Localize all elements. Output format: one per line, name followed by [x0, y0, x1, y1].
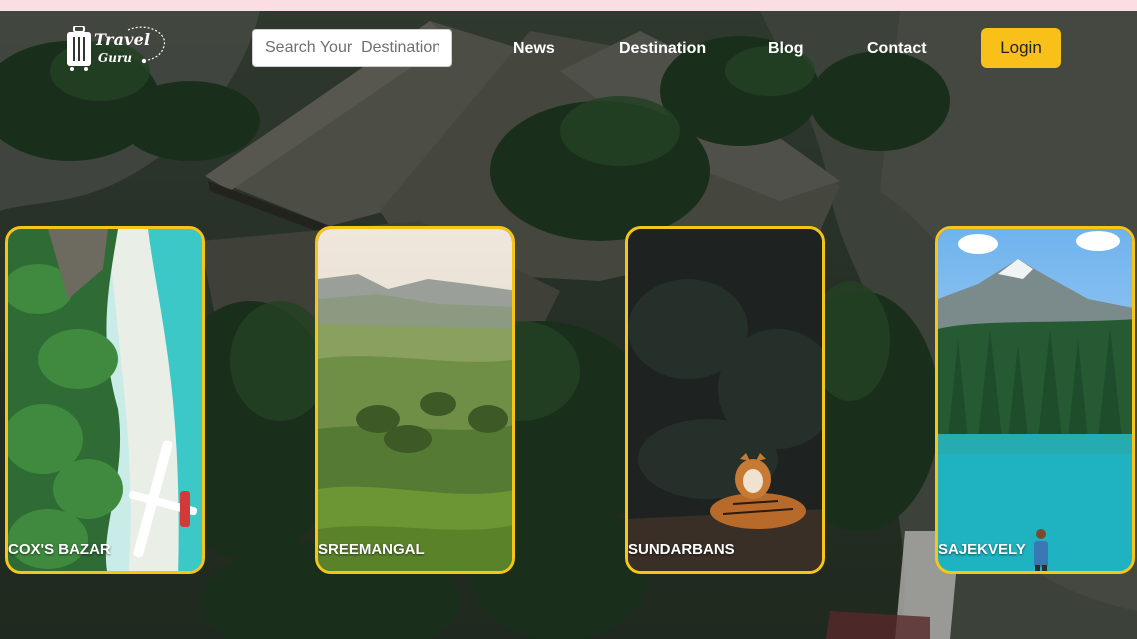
destination-card-sreemangal[interactable]: SREEMANGAL [315, 226, 515, 574]
logo-text-guru: Guru [98, 51, 133, 65]
nav-news[interactable]: News [513, 40, 555, 58]
sreemangal-image [318, 229, 512, 571]
nav-destination[interactable]: Destination [619, 40, 706, 58]
card-label: SAJEKVELY [938, 541, 1026, 558]
nav-blog[interactable]: Blog [768, 40, 804, 58]
nav-contact[interactable]: Contact [867, 40, 927, 58]
card-label: COX'S BAZAR [8, 541, 111, 558]
card-label: SUNDARBANS [628, 541, 735, 558]
destination-card-sajekvely[interactable]: SAJEKVELY [935, 226, 1135, 574]
coxs-bazar-image [8, 229, 202, 571]
sajekvely-image [938, 229, 1132, 571]
card-label: SREEMANGAL [318, 541, 425, 558]
destination-card-sundarbans[interactable]: SUNDARBANS [625, 226, 825, 574]
suitcase-icon [67, 26, 91, 71]
destination-card-coxs-bazar[interactable]: COX'S BAZAR [5, 226, 205, 574]
search-input[interactable] [252, 29, 452, 67]
login-button[interactable]: Login [981, 28, 1061, 68]
travel-guru-logo[interactable]: Travel Guru [62, 24, 170, 74]
browser-top-strip [0, 0, 1137, 11]
sundarbans-image [628, 229, 822, 571]
logo-text-travel: Travel [94, 30, 151, 49]
